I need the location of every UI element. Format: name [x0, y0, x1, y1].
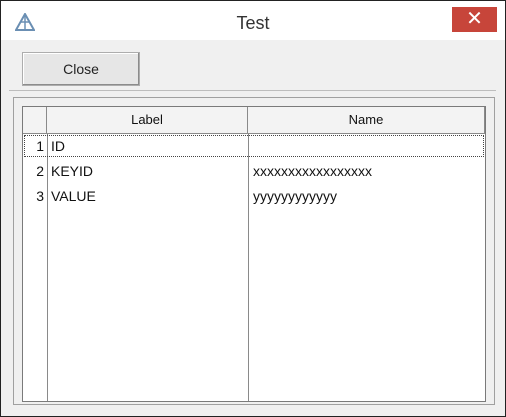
window-title: Test: [236, 13, 270, 33]
grid-frame: Label Name 1 ID 2 KEYID xxxxxxxxxxxxxxxx…: [13, 97, 495, 405]
header-label[interactable]: Label: [47, 107, 248, 133]
row-index: 3: [36, 188, 44, 204]
row-index: 2: [36, 163, 44, 179]
grid-header: Label Name: [23, 107, 485, 134]
row-label[interactable]: VALUE: [51, 184, 245, 208]
row-name[interactable]: yyyyyyyyyyyy: [253, 184, 483, 208]
header-name[interactable]: Name: [248, 107, 485, 133]
title-bar: Test ✕: [1, 1, 505, 40]
row-label[interactable]: ID: [51, 134, 245, 158]
window-close-button[interactable]: ✕: [452, 7, 497, 32]
close-icon: ✕: [466, 8, 483, 30]
row-name[interactable]: xxxxxxxxxxxxxxxxx: [253, 159, 483, 183]
row-label[interactable]: KEYID: [51, 159, 245, 183]
table-row[interactable]: 3 VALUE yyyyyyyyyyyy: [23, 184, 485, 208]
row-index: 1: [36, 138, 44, 154]
toolbar: Close: [9, 40, 496, 91]
header-index-cell: [23, 107, 47, 133]
table-row[interactable]: 1 ID: [23, 134, 485, 158]
close-button[interactable]: Close: [22, 52, 140, 86]
table-row[interactable]: 2 KEYID xxxxxxxxxxxxxxxxx: [23, 159, 485, 183]
dialog-window: Test ✕ Close Label Name 1 ID 2 KEYID xxx…: [0, 0, 506, 417]
data-grid[interactable]: Label Name 1 ID 2 KEYID xxxxxxxxxxxxxxxx…: [22, 106, 486, 402]
row-name[interactable]: [253, 134, 483, 158]
